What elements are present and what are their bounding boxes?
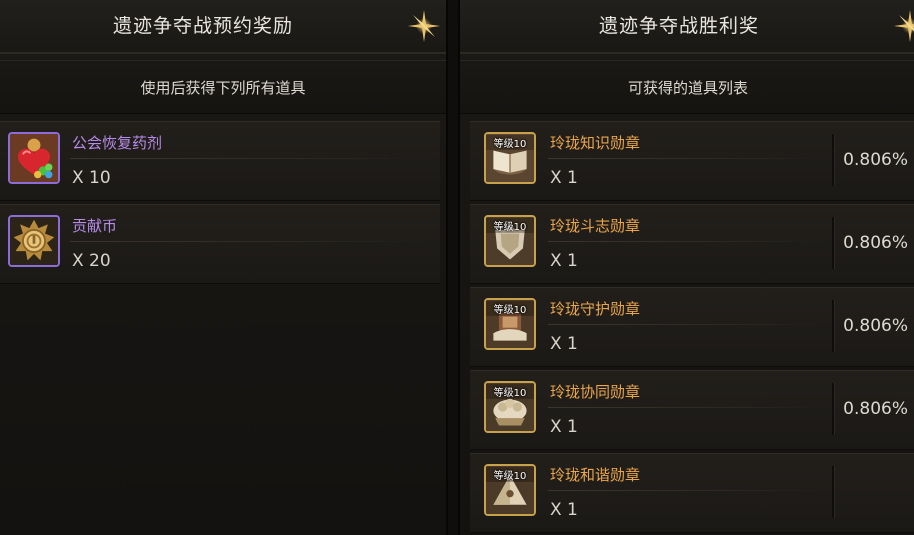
- panel-title: 遗迹争夺战胜利奖: [598, 15, 759, 37]
- reservation-reward-panel: 遗迹争夺战预约奖励 使用后获得下列所有道具 公会恢复药剂 X 10 贡献币 X …: [0, 0, 448, 535]
- book-medal-icon: 等级10: [484, 132, 536, 184]
- column-separator: [832, 134, 835, 186]
- row-divider: [548, 407, 828, 408]
- level-badge: 等级10: [486, 301, 534, 316]
- item-name: 玲珑守护勋章: [550, 300, 641, 318]
- item-name: 玲珑斗志勋章: [550, 217, 641, 235]
- shield-medal-icon: 等级10: [484, 215, 536, 267]
- reward-item-row[interactable]: 贡献币 X 20: [0, 204, 440, 284]
- reward-item-row[interactable]: 等级10 玲珑守护勋章 X 1 0.806%: [470, 287, 914, 367]
- subtitle: 使用后获得下列所有道具: [140, 79, 306, 97]
- reward-item-row[interactable]: 等级10 玲珑知识勋章 X 1 0.806%: [470, 121, 914, 201]
- reward-item-row[interactable]: 等级10 玲珑斗志勋章 X 1 0.806%: [470, 204, 914, 284]
- panel-header: 遗迹争夺战胜利奖: [460, 0, 914, 54]
- row-divider: [548, 324, 828, 325]
- item-name: 玲珑知识勋章: [550, 134, 641, 152]
- level-badge: 等级10: [486, 467, 534, 482]
- level-badge: 等级10: [486, 218, 534, 233]
- column-separator: [832, 466, 835, 518]
- column-separator: [832, 300, 835, 352]
- guard-medal-icon: 等级10: [484, 298, 536, 350]
- team-medal-icon: 等级10: [484, 381, 536, 433]
- potion-heart-icon: [8, 132, 60, 184]
- reward-item-row[interactable]: 等级10 玲珑和谐勋章 X 1: [470, 453, 914, 533]
- row-divider: [70, 158, 430, 159]
- reward-item-row[interactable]: 等级10 玲珑协同勋章 X 1 0.806%: [470, 370, 914, 450]
- level-badge: 等级10: [486, 384, 534, 399]
- level-badge: 等级10: [486, 135, 534, 150]
- drop-probability: 0.806%: [843, 316, 908, 336]
- sparkle-star-icon: [894, 10, 914, 42]
- row-divider: [70, 241, 430, 242]
- item-name: 玲珑协同勋章: [550, 383, 641, 401]
- coin-icon: [8, 215, 60, 267]
- drop-probability: 0.806%: [843, 399, 908, 419]
- pyramid-medal-icon: 等级10: [484, 464, 536, 516]
- drop-probability: 0.806%: [843, 233, 908, 253]
- subtitle-bar: 可获得的道具列表: [460, 60, 914, 114]
- item-quantity: X 1: [550, 417, 578, 437]
- row-divider: [548, 490, 828, 491]
- panel-header: 遗迹争夺战预约奖励: [0, 0, 446, 54]
- item-name: 贡献币: [72, 217, 118, 235]
- subtitle-bar: 使用后获得下列所有道具: [0, 60, 446, 114]
- item-quantity: X 1: [550, 251, 578, 271]
- sparkle-star-icon: [408, 10, 440, 42]
- row-divider: [548, 158, 828, 159]
- column-separator: [832, 217, 835, 269]
- victory-reward-panel: 遗迹争夺战胜利奖 可获得的道具列表 等级10 玲珑知识勋章 X 1 0.806%…: [458, 0, 914, 535]
- panel-title: 遗迹争夺战预约奖励: [112, 15, 293, 37]
- item-quantity: X 1: [550, 168, 578, 188]
- item-quantity: X 10: [72, 168, 111, 188]
- row-divider: [548, 241, 828, 242]
- item-quantity: X 1: [550, 500, 578, 520]
- subtitle: 可获得的道具列表: [627, 79, 748, 97]
- item-quantity: X 1: [550, 334, 578, 354]
- item-quantity: X 20: [72, 251, 111, 271]
- drop-probability: 0.806%: [843, 150, 908, 170]
- reward-item-row[interactable]: 公会恢复药剂 X 10: [0, 121, 440, 201]
- item-name: 玲珑和谐勋章: [550, 466, 641, 484]
- item-name: 公会恢复药剂: [72, 134, 163, 152]
- column-separator: [832, 383, 835, 435]
